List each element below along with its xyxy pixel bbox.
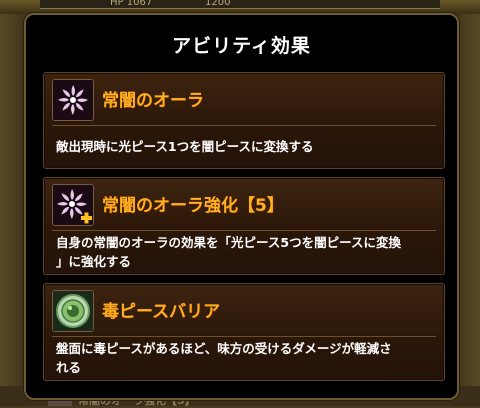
description-line-2: 」に強化する — [56, 254, 132, 269]
description-line-1: 自身の常闇のオーラの効果を「光ピース5つを闇ピースに変換 — [56, 235, 401, 250]
ability-card-poison-barrier: 毒ピースバリア 盤面に毒ピースがあるほど、味方の受けるダメージが軽減さ れる — [43, 283, 445, 381]
ability-card-dark-aura: 常闇のオーラ 敵出現時に光ピース1つを闇ピースに変換する — [43, 72, 445, 169]
description-line-2: れる — [56, 360, 82, 375]
divider — [52, 336, 436, 337]
dark-aura-plus-icon — [52, 184, 94, 226]
ability-description: 盤面に毒ピースがあるほど、味方の受けるダメージが軽減さ れる — [56, 339, 434, 377]
ability-description: 敵出現時に光ピース1つを闇ピースに変換する — [56, 139, 314, 154]
hp-max: 1200 — [205, 0, 231, 8]
hp-value: HP 1067 — [110, 0, 153, 8]
background-status-bar: HP 1067 1200 — [0, 0, 480, 14]
poison-barrier-icon — [52, 290, 94, 332]
hp-bar — [40, 0, 440, 9]
ability-card-dark-aura-boost: 常闇のオーラ強化【5】 自身の常闇のオーラの効果を「光ピース5つを闇ピースに変換… — [43, 177, 445, 275]
description-line-1: 盤面に毒ピースがあるほど、味方の受けるダメージが軽減さ — [56, 341, 392, 356]
dark-aura-icon — [52, 79, 94, 121]
ability-effect-dialog: アビリティ効果 常闇のオーラ 敵出現時に光ピース1つを闇ピースに変換する 常闇の… — [24, 13, 459, 400]
ability-name: 常闇のオーラ — [102, 91, 204, 111]
divider — [52, 125, 436, 126]
ability-name: 常闇のオーラ強化【5】 — [102, 196, 284, 216]
divider — [52, 230, 436, 231]
dialog-title: アビリティ効果 — [172, 35, 311, 57]
ability-name: 毒ピースバリア — [102, 302, 221, 322]
ability-description: 自身の常闇のオーラの効果を「光ピース5つを闇ピースに変換 」に強化する — [56, 233, 434, 271]
